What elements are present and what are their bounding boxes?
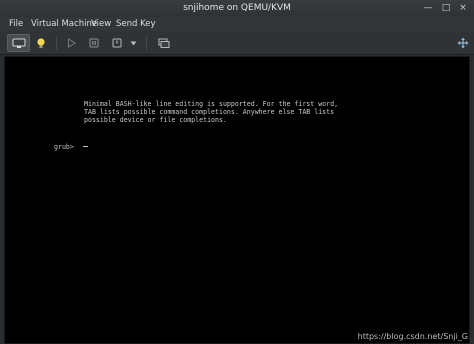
window-title: snjihome on QEMU/KVM	[183, 3, 291, 13]
watermark: https://blog.csdn.net/Snji_G	[357, 332, 468, 341]
title-bar: snjihome on QEMU/KVM — □ ×	[0, 0, 474, 17]
monitor-icon	[12, 38, 25, 48]
shutdown-menu-button[interactable]	[128, 34, 138, 52]
maximize-button[interactable]: □	[440, 2, 452, 14]
run-button[interactable]	[64, 34, 78, 52]
details-view-button[interactable]	[33, 34, 49, 52]
console-line: Minimal BASH-like line editing is suppor…	[84, 100, 339, 108]
minimize-button[interactable]: —	[422, 2, 434, 14]
console-view-button[interactable]	[7, 34, 30, 52]
grub-prompt: grub>	[54, 143, 74, 151]
pause-icon	[89, 38, 99, 48]
shutdown-button[interactable]	[110, 34, 124, 52]
pause-button[interactable]	[87, 34, 101, 52]
power-icon	[112, 38, 122, 48]
vm-console-display[interactable]: Minimal BASH-like line editing is suppor…	[4, 56, 470, 344]
resize-icon	[457, 37, 469, 49]
menu-send-key[interactable]: Send Key	[116, 17, 156, 31]
menu-bar: File Virtual Machine View Send Key	[0, 17, 474, 31]
lightbulb-icon	[37, 37, 45, 48]
snapshot-icon	[158, 38, 170, 48]
chevron-down-icon	[130, 41, 136, 45]
close-button[interactable]: ×	[457, 2, 469, 14]
text-cursor	[83, 146, 88, 147]
console-line: possible device or file completions.	[84, 116, 227, 124]
menu-view[interactable]: View	[91, 17, 111, 31]
snapshots-button[interactable]	[155, 34, 173, 52]
play-icon	[67, 38, 76, 48]
menu-file[interactable]: File	[9, 17, 23, 31]
toolbar	[0, 31, 474, 55]
console-line: TAB lists possible command completions. …	[84, 108, 335, 116]
fullscreen-button[interactable]	[456, 34, 470, 52]
menu-virtual-machine[interactable]: Virtual Machine	[31, 17, 97, 31]
